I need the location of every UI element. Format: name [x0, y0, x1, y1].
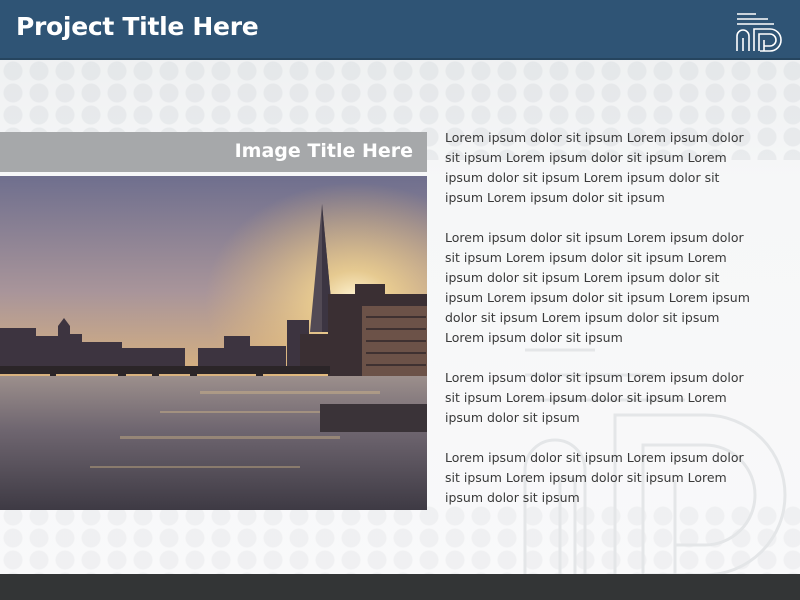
page-title: Project Title Here — [16, 12, 259, 41]
body-paragraph: Lorem ipsum dolor sit ipsum Lorem ipsum … — [445, 230, 750, 345]
body-paragraph: Lorem ipsum dolor sit ipsum Lorem ipsum … — [445, 130, 744, 205]
image-title-bar: Image Title Here — [0, 132, 427, 172]
header-bar: Project Title Here — [0, 0, 800, 60]
city-river-photo — [0, 176, 427, 510]
body-text-column: Lorem ipsum dolor sit ipsum Lorem ipsum … — [445, 128, 755, 528]
company-logo-icon — [736, 13, 782, 52]
image-title: Image Title Here — [234, 140, 413, 162]
slide: Project Title Here Image Title Here Lore… — [0, 0, 800, 600]
body-paragraph: Lorem ipsum dolor sit ipsum Lorem ipsum … — [445, 450, 744, 505]
footer-bar — [0, 574, 800, 600]
body-paragraph: Lorem ipsum dolor sit ipsum Lorem ipsum … — [445, 370, 744, 425]
